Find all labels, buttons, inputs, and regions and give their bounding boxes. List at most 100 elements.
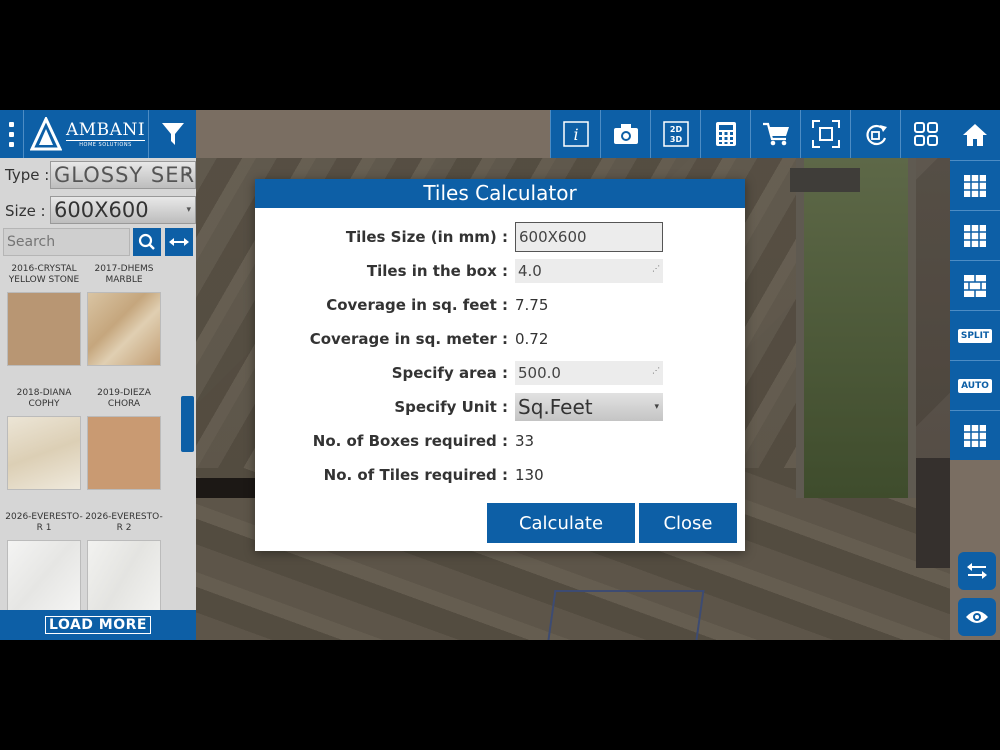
split-button[interactable]: SPLIT <box>950 310 1000 360</box>
specify-area-label: Specify area : <box>391 364 508 382</box>
tile-item[interactable]: 2016-CRYSTAL YELLOW STONE <box>4 264 84 366</box>
tile-item[interactable]: 2026-EVERESTO-R 1 <box>4 512 84 610</box>
info-button[interactable]: i <box>550 110 600 158</box>
filter-icon <box>161 123 184 145</box>
tiles-calculator-dialog: Tiles Calculator Tiles Size (in mm) : 60… <box>255 179 745 551</box>
resize-handle-icon: ⋰ <box>652 366 660 375</box>
tile-swatch <box>7 416 81 490</box>
tile-swatch <box>87 540 161 610</box>
tiles-size-field[interactable]: 600X600 <box>515 222 663 252</box>
view-2d-3d-button[interactable]: 2D 3D <box>650 110 700 158</box>
tile-item[interactable]: 2018-DIANA COPHY <box>4 388 84 490</box>
tile-swatch <box>87 292 161 366</box>
brand-name: AMBANI <box>66 119 146 140</box>
tile-item[interactable]: 2017-DHEMS MARBLE <box>84 264 164 366</box>
cart-button[interactable] <box>750 110 800 158</box>
tiles-required-row: No. of Tiles required : 130 <box>255 463 745 487</box>
chevron-down-icon: ▾ <box>186 205 191 215</box>
fullscreen-button[interactable] <box>800 110 850 158</box>
tiles-required-label: No. of Tiles required : <box>323 466 508 484</box>
boxes-required-row: No. of Boxes required : 33 <box>255 429 745 453</box>
logo-mark-icon <box>30 117 62 151</box>
split-label: SPLIT <box>957 328 993 343</box>
grid-view-button[interactable] <box>950 410 1000 460</box>
svg-text:i: i <box>573 125 578 144</box>
tile-name: 2018-DIANA COPHY <box>16 388 72 409</box>
tiles-size-label: Tiles Size (in mm) : <box>345 228 508 246</box>
tile-item[interactable]: 2026-EVERESTO-R 2 <box>84 512 164 610</box>
resize-handle-icon: ⋰ <box>652 264 660 273</box>
info-icon: i <box>562 121 589 147</box>
tile-grid-icon <box>964 224 986 247</box>
pattern-straight-button[interactable] <box>950 160 1000 210</box>
camera-button[interactable] <box>600 110 650 158</box>
load-more-label: LOAD MORE <box>45 616 151 634</box>
size-select-value: 600X600 <box>54 198 149 222</box>
right-toolbar: SPLIT AUTO <box>950 110 1000 460</box>
coverage-sqm-label: Coverage in sq. meter : <box>309 330 508 348</box>
coverage-sqft-label: Coverage in sq. feet : <box>326 296 508 314</box>
auto-button[interactable]: AUTO <box>950 360 1000 410</box>
tile-name: 2019-DIEZA CHORA <box>97 388 151 409</box>
coverage-sqft-value: 7.75 <box>515 296 549 314</box>
tile-item[interactable]: 2019-DIEZA CHORA <box>84 388 164 490</box>
filter-button[interactable] <box>148 110 196 158</box>
pattern-grid-button[interactable] <box>950 210 1000 260</box>
tiles-size-row: Tiles Size (in mm) : 600X600 <box>255 222 745 252</box>
search-input[interactable] <box>3 228 130 256</box>
grid-icon <box>964 424 986 447</box>
type-select[interactable]: GLOSSY SERIES ▾ <box>50 161 196 189</box>
tile-pattern-icon <box>964 174 986 197</box>
calculator-button[interactable] <box>700 110 750 158</box>
specify-area-field[interactable]: 500.0 ⋰ <box>515 361 663 385</box>
tile-brick-icon <box>964 274 986 297</box>
tiles-in-box-field[interactable]: 4.0 ⋰ <box>515 259 663 283</box>
pattern-brick-button[interactable] <box>950 260 1000 310</box>
specify-unit-row: Specify Unit : Sq.Feet ▾ <box>255 393 745 421</box>
cart-icon <box>762 122 789 146</box>
close-button[interactable]: Close <box>639 503 737 543</box>
size-select[interactable]: 600X600 ▾ <box>50 196 196 224</box>
expand-panel-button[interactable] <box>165 228 193 256</box>
camera-icon <box>613 124 638 144</box>
swap-view-button[interactable] <box>958 552 996 590</box>
top-toolbar: i 2D 3D <box>550 110 950 158</box>
load-more-button[interactable]: LOAD MORE <box>0 610 196 640</box>
search-button[interactable] <box>133 228 161 256</box>
coverage-sqm-row: Coverage in sq. meter : 0.72 <box>255 327 745 351</box>
tiles-in-box-value: 4.0 <box>518 262 542 280</box>
specify-unit-select[interactable]: Sq.Feet ▾ <box>515 393 663 421</box>
layout-button[interactable] <box>900 110 950 158</box>
svg-text:3D: 3D <box>669 135 682 144</box>
coverage-sqm-value: 0.72 <box>515 330 549 348</box>
specify-unit-label: Specify Unit : <box>394 398 508 416</box>
calculator-icon <box>715 122 736 146</box>
tiles-required-value: 130 <box>515 466 544 484</box>
dialog-title: Tiles Calculator <box>255 179 745 208</box>
type-select-value: GLOSSY SERIES <box>54 163 196 187</box>
type-label: Type : <box>5 166 50 184</box>
tiles-in-box-label: Tiles in the box : <box>366 262 508 280</box>
fullscreen-icon <box>811 120 840 148</box>
layout-grid-icon <box>913 122 938 146</box>
tiles-in-box-row: Tiles in the box : 4.0 ⋰ <box>255 259 745 283</box>
scrollbar-thumb[interactable] <box>181 396 194 452</box>
menu-button[interactable] <box>0 110 24 158</box>
specify-area-value: 500.0 <box>518 364 561 382</box>
view-2d-3d-icon: 2D 3D <box>662 121 689 147</box>
rotate-button[interactable] <box>850 110 900 158</box>
visibility-button[interactable] <box>958 598 996 636</box>
rotate-icon <box>865 124 887 146</box>
tile-swatch <box>7 292 81 366</box>
tile-swatch <box>87 416 161 490</box>
specify-unit-value: Sq.Feet <box>518 395 593 419</box>
brand-bar: AMBANI HOME SOLUTIONS <box>0 110 196 158</box>
tile-name: 2017-DHEMS MARBLE <box>94 264 154 285</box>
auto-label: AUTO <box>958 378 992 393</box>
home-button[interactable] <box>950 110 1000 160</box>
eye-icon <box>966 611 988 623</box>
tile-name: 2016-CRYSTAL YELLOW STONE <box>8 264 80 285</box>
specify-area-row: Specify area : 500.0 ⋰ <box>255 361 745 385</box>
calculate-button[interactable]: Calculate <box>487 503 635 543</box>
tile-list: 2016-CRYSTAL YELLOW STONE 2017-DHEMS MAR… <box>0 262 186 610</box>
